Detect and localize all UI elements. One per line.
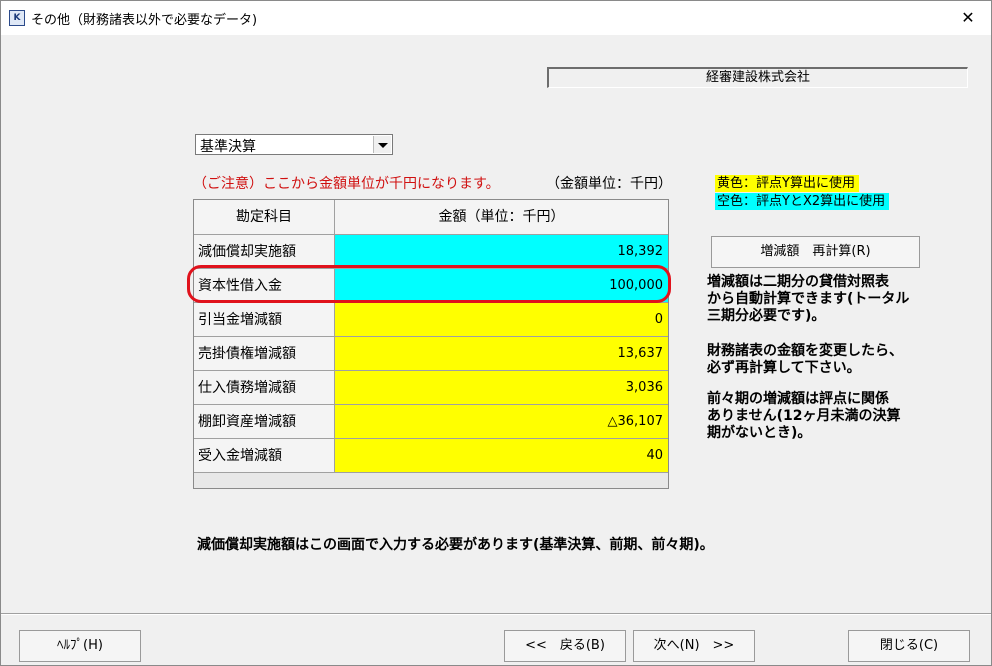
info-line: 増減額は二期分の貸借対照表 — [707, 274, 889, 290]
column-header-account: 勘定科目 — [194, 200, 335, 235]
info-line: 前々期の増減額は評点に関係 — [707, 391, 889, 407]
row-label: 売掛債権増減額 — [194, 337, 335, 371]
bottom-note: 減価償却実施額はこの画面で入力する必要があります(基準決算、前期、前々期)。 — [197, 537, 714, 553]
title-bar: K その他（財務諸表以外で必要なデータ) ✕ — [1, 1, 991, 35]
recalculate-button[interactable]: 増減額 再計算(R) — [711, 236, 920, 268]
info-line: 三期分必要です)。 — [707, 308, 826, 324]
close-window-icon[interactable]: ✕ — [953, 5, 983, 31]
info-text: 財務諸表の金額を変更したら、 必ず再計算して下さい。 — [707, 343, 903, 377]
amount-grid: 勘定科目 金額（単位：千円） 減価償却実施額 18,392 資本性借入金 100… — [193, 199, 669, 489]
amount-cell[interactable]: 18,392 — [335, 235, 668, 269]
period-select[interactable]: 基準決算 — [195, 134, 393, 155]
row-label: 棚卸資産増減額 — [194, 405, 335, 439]
period-select-value: 基準決算 — [200, 139, 256, 155]
unit-notice: （ご注意）ここから金額単位が千円になります。 — [193, 176, 500, 192]
row-label: 引当金増減額 — [194, 303, 335, 337]
row-label: 仕入債務増減額 — [194, 371, 335, 405]
next-button[interactable]: 次へ(N) >> — [633, 630, 755, 662]
footer-divider — [1, 613, 991, 615]
amount-cell[interactable]: 3,036 — [335, 371, 668, 405]
window-title: その他（財務諸表以外で必要なデータ) — [31, 13, 258, 28]
info-line: 財務諸表の金額を変更したら、 — [707, 343, 903, 359]
chevron-down-icon[interactable] — [373, 136, 391, 153]
company-name-field: 経審建設株式会社 — [547, 67, 968, 88]
row-label: 減価償却実施額 — [194, 235, 335, 269]
close-button[interactable]: 閉じる(C) — [848, 630, 970, 662]
amount-cell[interactable]: 0 — [335, 303, 668, 337]
amount-cell[interactable]: 40 — [335, 439, 668, 473]
row-label: 受入金増減額 — [194, 439, 335, 473]
info-line: 期がないとき)。 — [707, 425, 812, 441]
legend-cyan: 空色：評点YとX2算出に使用 — [715, 193, 890, 210]
info-text: 前々期の増減額は評点に関係 ありません(12ヶ月未満の決算 期がないとき)。 — [707, 391, 900, 442]
dialog-window: K その他（財務諸表以外で必要なデータ) ✕ 経審建設株式会社 基準決算 （ご注… — [0, 0, 992, 666]
info-text: 増減額は二期分の貸借対照表 から自動計算できます(トータル 三期分必要です)。 — [707, 274, 909, 325]
info-line: ありません(12ヶ月未満の決算 — [707, 408, 901, 424]
column-header-amount: 金額（単位：千円） — [335, 200, 668, 235]
highlight-annotation — [187, 265, 671, 303]
amount-cell[interactable]: 13,637 — [335, 337, 668, 371]
info-line: から自動計算できます(トータル — [707, 291, 910, 307]
legend-yellow: 黄色：評点Y算出に使用 — [715, 175, 859, 192]
amount-cell[interactable]: △36,107 — [335, 405, 668, 439]
info-line: 必ず再計算して下さい。 — [707, 360, 861, 376]
back-button[interactable]: << 戻る(B) — [504, 630, 626, 662]
help-button[interactable]: ﾍﾙﾌﾟ(H) — [19, 630, 141, 662]
app-icon: K — [9, 10, 25, 26]
unit-label: （金額単位：千円） — [546, 176, 672, 192]
